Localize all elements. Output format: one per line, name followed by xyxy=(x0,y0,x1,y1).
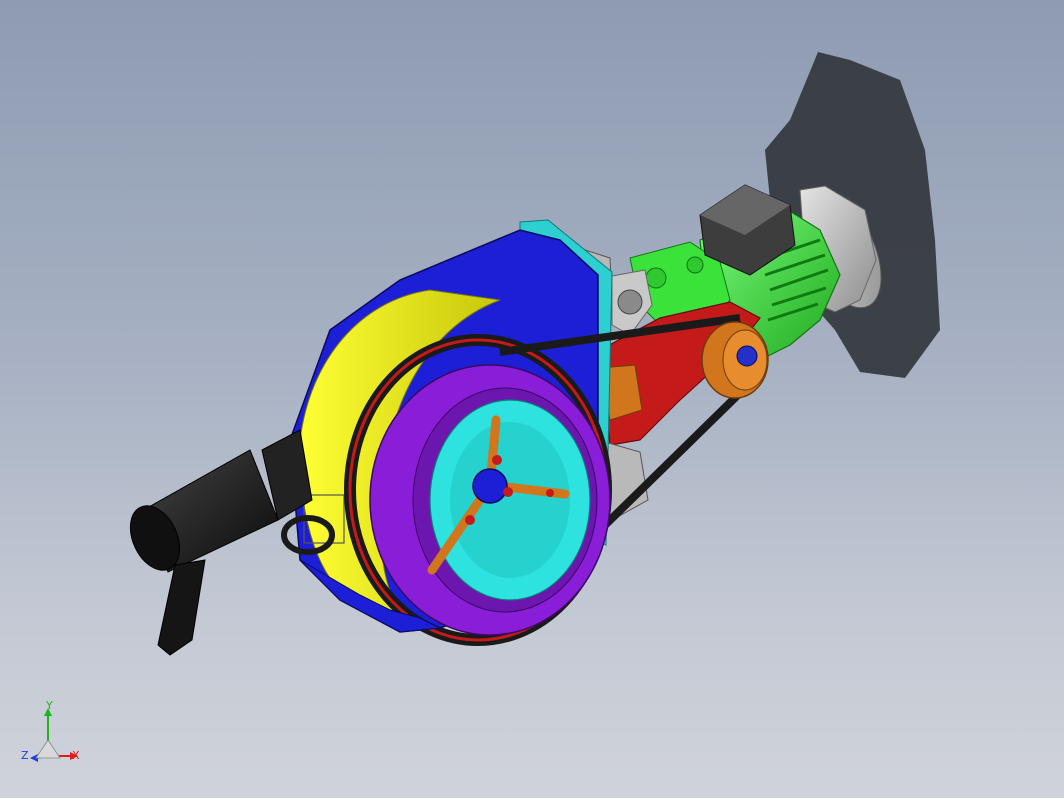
x-axis-label: X xyxy=(72,749,80,762)
z-axis-label: Z xyxy=(21,749,29,762)
motor-pulley xyxy=(701,321,769,399)
orientation-triad: Y Z X xyxy=(14,700,94,780)
y-axis-label: Y xyxy=(46,699,53,712)
cad-model[interactable] xyxy=(0,0,1064,798)
triad-axes xyxy=(30,708,78,762)
3d-viewport[interactable]: Y Z X xyxy=(0,0,1064,798)
